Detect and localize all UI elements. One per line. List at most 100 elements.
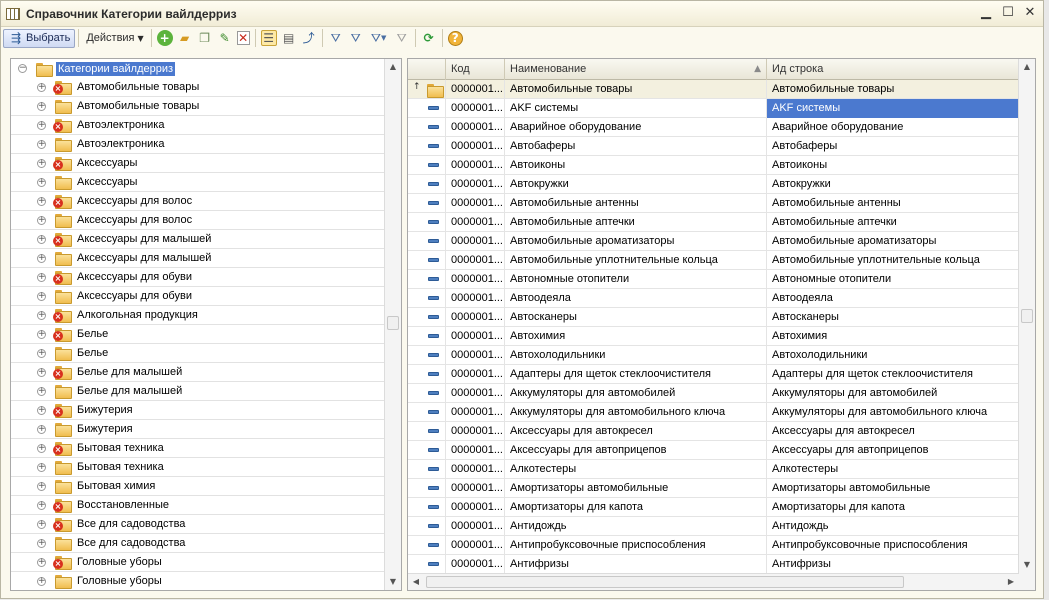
tree-item[interactable]: + × Аксессуары	[11, 154, 385, 173]
column-header-id-string[interactable]: Ид строка	[767, 59, 1019, 80]
cell-code[interactable]: 0000001...	[446, 137, 505, 156]
cell-id-string[interactable]: Аксессуары для автоприцепов	[767, 441, 1019, 460]
cell-id-string[interactable]: Автомобильные антенны	[767, 194, 1019, 213]
expand-icon[interactable]: +	[37, 443, 46, 453]
cell-id-string[interactable]: Автохимия	[767, 327, 1019, 346]
cell-name[interactable]: Автомобильные аптечки	[505, 213, 767, 232]
cell-code[interactable]: 0000001...	[446, 479, 505, 498]
expand-icon[interactable]: +	[37, 348, 46, 358]
cell-name[interactable]: Автохимия	[505, 327, 767, 346]
tree-item[interactable]: + Аксессуары для обуви	[11, 287, 385, 306]
tree-item[interactable]: + Автоэлектроника	[11, 135, 385, 154]
cell-code[interactable]: 0000001...	[446, 460, 505, 479]
cell-code[interactable]: 0000001...	[446, 403, 505, 422]
cell-id-string[interactable]: Автоодеяла	[767, 289, 1019, 308]
cell-name[interactable]: Автомобильные товары	[505, 80, 767, 99]
expand-icon[interactable]: +	[37, 576, 46, 586]
cell-code[interactable]: 0000001...	[446, 118, 505, 137]
select-button[interactable]: ⇶ Выбрать	[3, 28, 76, 48]
cell-id-string[interactable]: Антидождь	[767, 517, 1019, 536]
cell-name[interactable]: Аккумуляторы для автомобильного ключа	[505, 403, 767, 422]
cell-id-string[interactable]: Автономные отопители	[767, 270, 1019, 289]
cell-code[interactable]: 0000001...	[446, 517, 505, 536]
parent-group-row[interactable]: ↑ 0000001... Автомобильные товары Автомобил…	[408, 80, 1019, 99]
cell-name[interactable]: Автомобильные уплотнительные кольца	[505, 251, 767, 270]
cell-id-string[interactable]: Аккумуляторы для автомобильного ключа	[767, 403, 1019, 422]
tree-item[interactable]: + Бытовая химия	[11, 477, 385, 496]
actions-menu-button[interactable]: Действия ▼	[82, 29, 147, 48]
cell-name[interactable]: Автосканеры	[505, 308, 767, 327]
tree-item[interactable]: + × Аксессуары для волос	[11, 192, 385, 211]
expand-icon[interactable]: +	[37, 462, 46, 472]
cell-name[interactable]: Аксессуары для автоприцепов	[505, 441, 767, 460]
cell-name[interactable]: Антидождь	[505, 517, 767, 536]
copy-icon[interactable]: ❐	[197, 30, 213, 46]
cell-code[interactable]: 0000001...	[446, 555, 505, 574]
scroll-down-icon[interactable]: ▼	[1019, 557, 1035, 573]
cell-name[interactable]: Автобаферы	[505, 137, 767, 156]
tree-item[interactable]: + × Алкогольная продукция	[11, 306, 385, 325]
cell-code[interactable]: 0000001...	[446, 536, 505, 555]
cell-id-string[interactable]: Антипробуксовочные приспособления	[767, 536, 1019, 555]
items-table[interactable]: Код Наименование ▲ Ид строка ↑ 0000001...…	[407, 58, 1036, 591]
tree-item[interactable]: + × Аксессуары для малышей	[11, 230, 385, 249]
close-icon[interactable]: ✕	[1023, 6, 1037, 20]
list-view-icon[interactable]: ▤	[281, 30, 297, 46]
expand-icon[interactable]: +	[37, 215, 46, 225]
collapse-icon[interactable]: −	[18, 64, 27, 73]
tree-root[interactable]: − Категории вайлдерриз	[11, 59, 385, 78]
tree-item[interactable]: + × Восстановленные	[11, 496, 385, 515]
table-row[interactable]: 0000001... Автосканеры Автосканеры	[408, 308, 1019, 327]
level-up-icon[interactable]: ↑	[413, 82, 421, 92]
tree-item[interactable]: + × Белье	[11, 325, 385, 344]
cell-id-string[interactable]: Автосканеры	[767, 308, 1019, 327]
tree-item[interactable]: + Аксессуары	[11, 173, 385, 192]
cell-name[interactable]: Автомобильные ароматизаторы	[505, 232, 767, 251]
cell-code[interactable]: 0000001...	[446, 365, 505, 384]
cell-id-string[interactable]: Автобаферы	[767, 137, 1019, 156]
table-row[interactable]: 0000001... Автоодеяла Автоодеяла	[408, 289, 1019, 308]
scroll-thumb[interactable]	[387, 316, 399, 330]
table-row[interactable]: 0000001... Аварийное оборудование Аварийно…	[408, 118, 1019, 137]
tree-item[interactable]: + Бижутерия	[11, 420, 385, 439]
expand-icon[interactable]: +	[37, 519, 46, 529]
cell-id-string[interactable]: Амортизаторы автомобильные	[767, 479, 1019, 498]
expand-icon[interactable]: +	[37, 101, 46, 111]
help-icon[interactable]: ?	[447, 30, 463, 46]
column-header-code[interactable]: Код	[446, 59, 505, 80]
scroll-thumb[interactable]	[1021, 309, 1033, 323]
delete-mark-icon[interactable]: ✕	[236, 31, 250, 45]
cell-name[interactable]: Аккумуляторы для автомобилей	[505, 384, 767, 403]
tree-item[interactable]: + Белье для малышей	[11, 382, 385, 401]
cell-code[interactable]: 0000001...	[446, 156, 505, 175]
table-row[interactable]: 0000001... Антифризы Антифризы	[408, 555, 1019, 574]
cell-name[interactable]: Амортизаторы автомобильные	[505, 479, 767, 498]
expand-icon[interactable]: +	[37, 253, 46, 263]
tree-item[interactable]: + × Головные уборы	[11, 553, 385, 572]
expand-icon[interactable]: +	[37, 291, 46, 301]
tree-item[interactable]: + Аксессуары для малышей	[11, 249, 385, 268]
tree-item[interactable]: + Головные уборы	[11, 572, 385, 590]
scroll-down-icon[interactable]: ▼	[385, 574, 401, 590]
table-row[interactable]: 0000001... Антипробуксовочные приспособле…	[408, 536, 1019, 555]
filter-by-value-icon[interactable]: ⛛	[348, 30, 364, 46]
expand-icon[interactable]: +	[37, 329, 46, 339]
tree-item[interactable]: + Бытовая техника	[11, 458, 385, 477]
table-row[interactable]: 0000001... Автомобильные антенны Автомобил…	[408, 194, 1019, 213]
maximize-icon[interactable]: ☐	[1001, 6, 1015, 20]
expand-icon[interactable]: +	[37, 500, 46, 510]
cell-code[interactable]: 0000001...	[446, 270, 505, 289]
cell-name[interactable]: Автомобильные антенны	[505, 194, 767, 213]
table-row[interactable]: 0000001... Автомобильные аптечки Автомобил…	[408, 213, 1019, 232]
cell-name[interactable]: Амортизаторы для капота	[505, 498, 767, 517]
cell-id-string[interactable]: AKF системы	[767, 99, 1019, 118]
cell-id-string[interactable]: Алкотестеры	[767, 460, 1019, 479]
cell-id-string[interactable]: Аварийное оборудование	[767, 118, 1019, 137]
expand-icon[interactable]: +	[37, 82, 46, 92]
cell-name[interactable]: Антипробуксовочные приспособления	[505, 536, 767, 555]
add-icon[interactable]: +	[156, 30, 173, 46]
cell-id-string[interactable]: Антифризы	[767, 555, 1019, 574]
cell-code[interactable]: 0000001...	[446, 422, 505, 441]
scroll-left-icon[interactable]: ◀	[408, 574, 424, 590]
table-row[interactable]: 0000001... AKF системы AKF системы	[408, 99, 1019, 118]
